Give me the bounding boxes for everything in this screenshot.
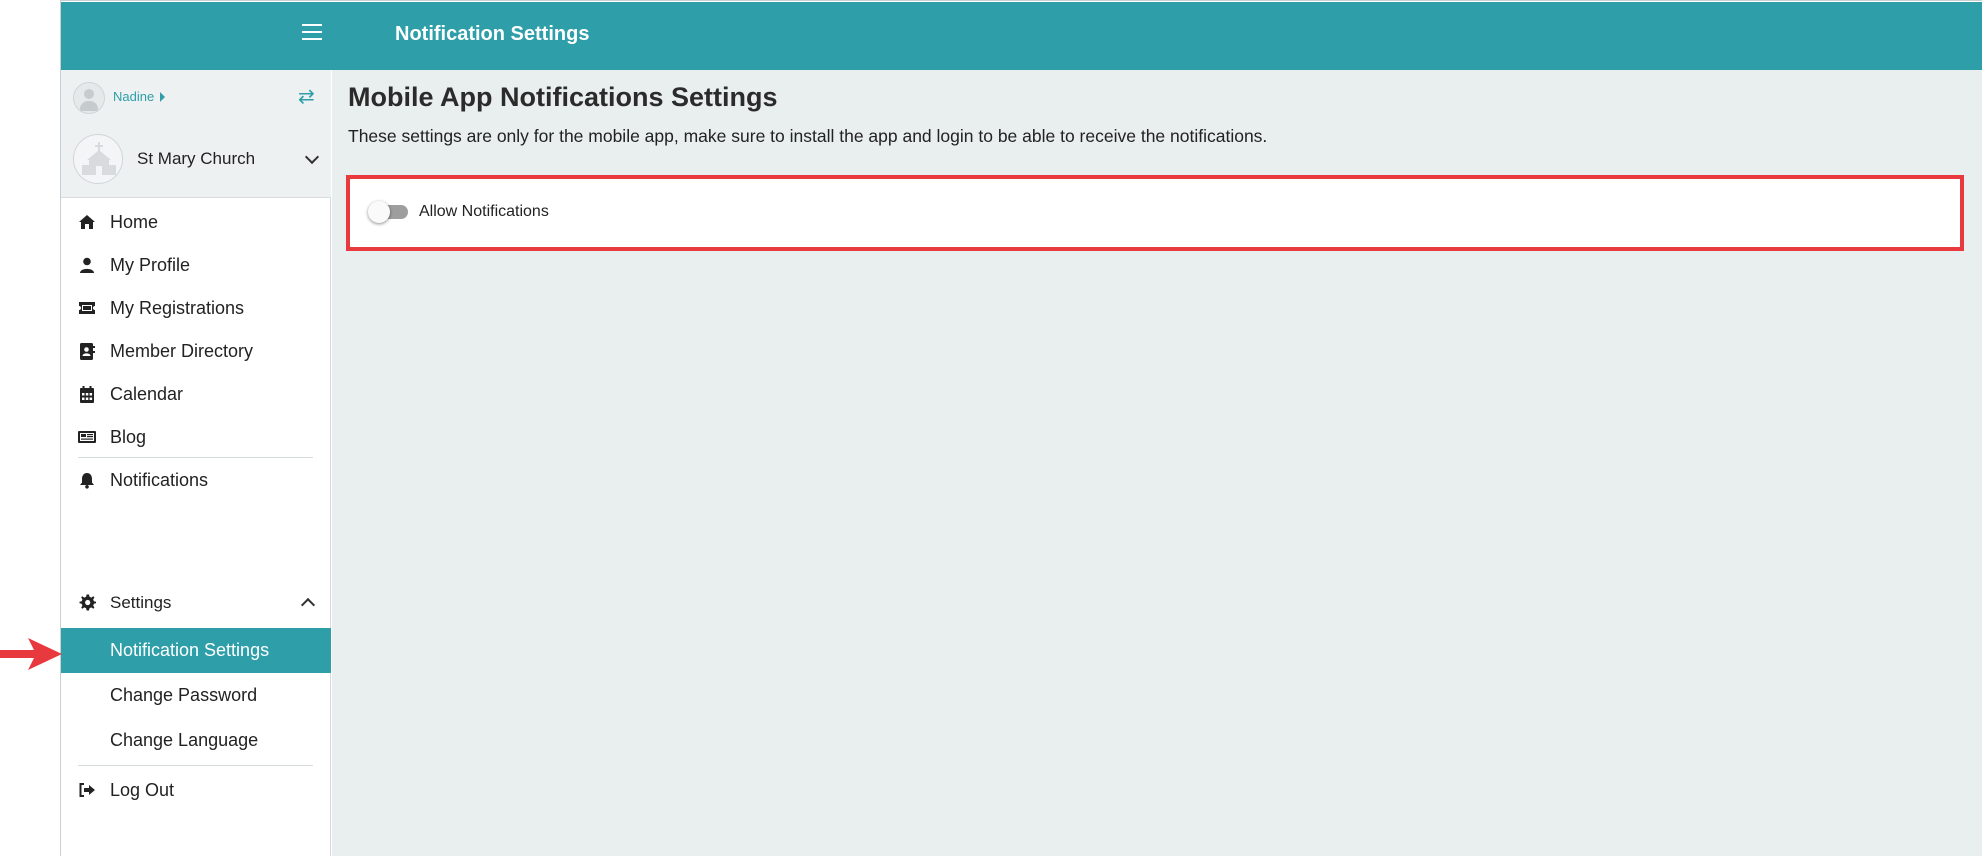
gear-icon — [77, 592, 97, 612]
sign-out-icon — [77, 780, 97, 800]
chevron-down-icon[interactable] — [304, 149, 320, 165]
user-icon — [77, 255, 97, 275]
notification-toggle-card: Allow Notifications — [346, 175, 1964, 251]
page-title: Mobile App Notifications Settings — [348, 82, 778, 112]
nav-item-my-profile[interactable]: My Profile — [61, 243, 331, 287]
user-name-link[interactable]: Nadine — [113, 89, 154, 104]
pointer-arrow — [0, 636, 62, 672]
newspaper-icon — [77, 427, 97, 447]
header-title: Notification Settings — [395, 23, 590, 45]
nav-label-log-out: Log Out — [110, 780, 175, 800]
page-description: These settings are only for the mobile a… — [348, 126, 1268, 146]
top-app-bar: Notification Settings — [61, 2, 1982, 70]
church-logo — [73, 134, 123, 184]
church-selector[interactable]: St Mary Church — [61, 124, 331, 198]
home-icon — [77, 212, 97, 232]
sub-label-change-password: Change Password — [110, 685, 258, 705]
nav-item-settings[interactable] — [61, 458, 331, 502]
nav-item-log-out[interactable]: Log Out — [61, 768, 331, 812]
user-row: Nadine ⇄ — [61, 70, 331, 124]
nav-label-my-profile: My Profile — [110, 255, 191, 275]
nav-label-my-registrations: My Registrations — [110, 298, 245, 318]
nav-item-home[interactable]: Home — [61, 200, 331, 244]
calendar-icon — [77, 384, 97, 404]
allow-notifications-toggle[interactable] — [368, 201, 408, 223]
sub-label-notification-settings: Notification Settings — [110, 640, 270, 660]
hamburger-menu-icon[interactable] — [302, 24, 322, 42]
allow-notifications-label: Allow Notifications — [419, 203, 549, 220]
nav-label-settings: Settings — [110, 593, 172, 612]
nav-item-settings-toggle[interactable]: Settings — [61, 580, 331, 624]
nav-item-member-directory[interactable]: Member Directory — [61, 329, 331, 373]
nav-label-home: Home — [110, 212, 159, 232]
nav-label-blog: Blog — [110, 427, 147, 447]
church-name: St Mary Church — [137, 149, 256, 168]
nav-item-my-registrations[interactable]: My Registrations — [61, 286, 331, 330]
nav-label-calendar: Calendar — [110, 384, 184, 404]
sub-label-change-language: Change Language — [110, 730, 259, 750]
nav-item-calendar[interactable]: Calendar — [61, 372, 331, 416]
toggle-knob — [368, 201, 390, 223]
main-content: Mobile App Notifications Settings These … — [332, 70, 1982, 856]
sub-item-notification-settings[interactable]: Notification Settings — [61, 628, 331, 673]
nav-item-blog[interactable]: Blog — [61, 415, 331, 459]
swap-arrows-icon[interactable]: ⇄ — [298, 84, 315, 109]
sub-item-change-language[interactable]: Change Language — [61, 718, 331, 763]
sub-item-change-password[interactable]: Change Password — [61, 673, 331, 718]
address-book-icon — [77, 341, 97, 361]
nav-label-member-directory: Member Directory — [110, 341, 254, 361]
caret-right-icon — [160, 92, 165, 102]
ticket-icon — [77, 298, 97, 318]
chevron-up-icon[interactable] — [300, 597, 316, 613]
user-avatar[interactable] — [73, 82, 105, 114]
nav-divider-logout — [78, 765, 313, 766]
